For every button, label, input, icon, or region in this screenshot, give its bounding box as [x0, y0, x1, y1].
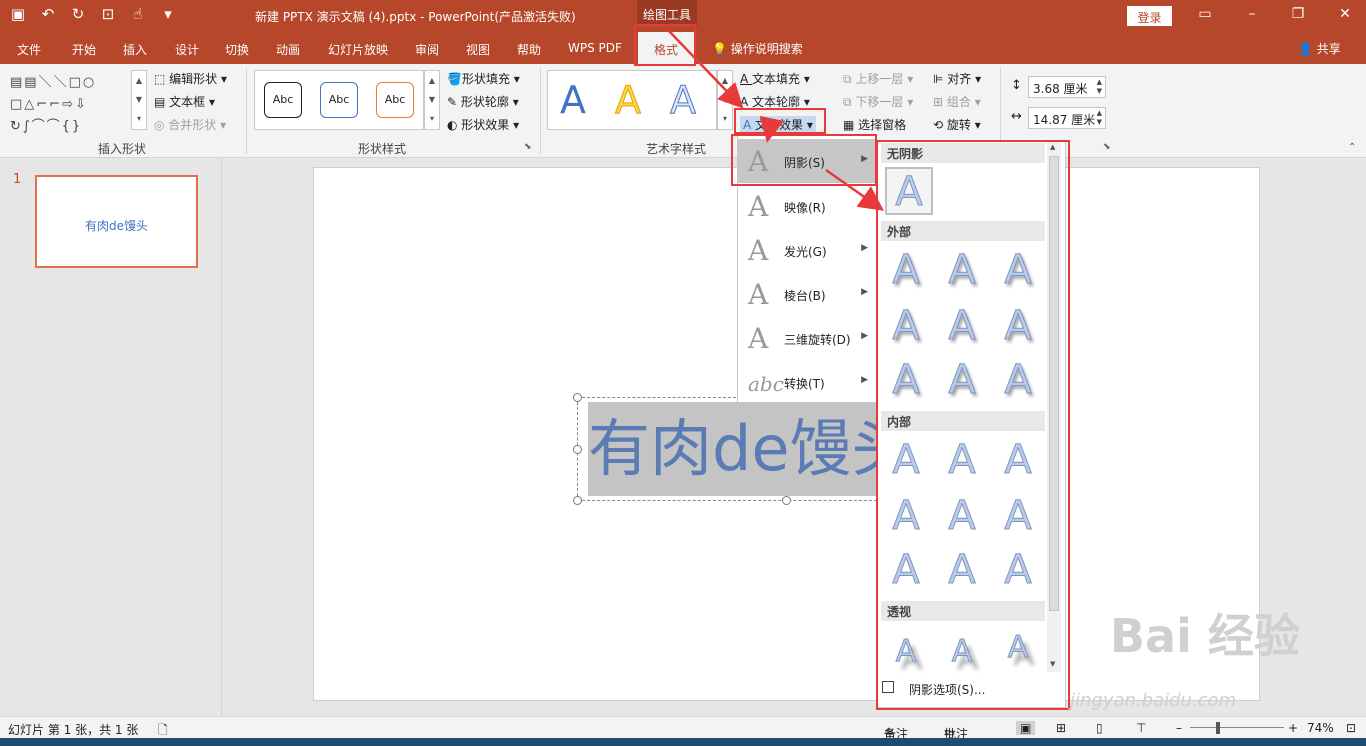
fit-slide-icon[interactable]: ⊡	[1346, 721, 1356, 735]
reading-view-icon[interactable]: ▯	[1096, 721, 1103, 735]
os-taskbar	[0, 738, 1366, 746]
slide-count: 幻灯片 第 1 张，共 1 张	[8, 723, 139, 737]
zoom-out-icon[interactable]: –	[1176, 721, 1182, 735]
slide-sorter-icon[interactable]: ⊞	[1056, 721, 1066, 735]
zoom-level[interactable]: 74%	[1307, 721, 1334, 735]
watermark-url: jingyan.baidu.com	[1070, 690, 1237, 711]
zoom-slider[interactable]	[1190, 727, 1284, 728]
slideshow-icon[interactable]: ⊤	[1136, 721, 1146, 735]
zoom-in-icon[interactable]: +	[1288, 721, 1298, 735]
zoom-slider-thumb[interactable]	[1216, 722, 1220, 734]
watermark-brand: Bai 经验	[1110, 609, 1300, 663]
watermark: Bai 经验 jingyan.baidu.com	[1070, 600, 1310, 720]
normal-view-icon[interactable]: ▣	[1016, 721, 1036, 735]
